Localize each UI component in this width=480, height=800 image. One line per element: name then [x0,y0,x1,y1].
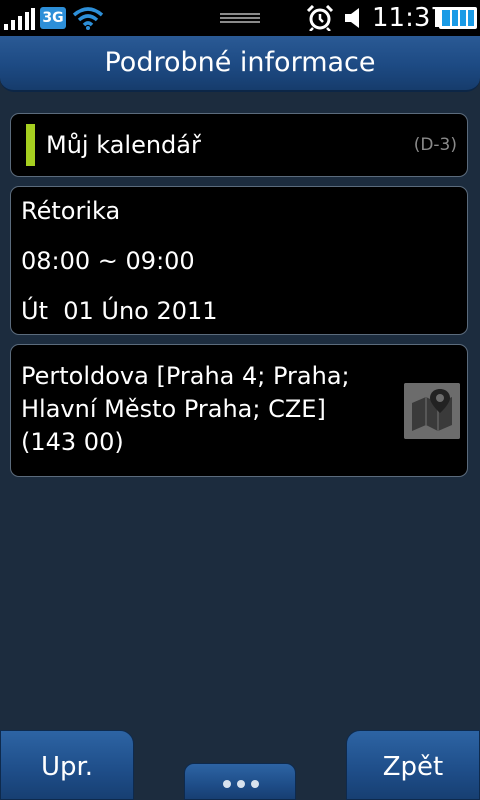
location-address: Pertoldova [Praha 4; Praha; Hlavní Město… [21,360,401,459]
drag-handle-icon[interactable] [220,12,260,24]
title-bar: Podrobné informace [0,36,480,92]
location-line: Pertoldova [Praha 4; Praha; [21,362,350,390]
3g-icon: 3G [40,7,66,29]
event-time: 08:00 ~ 09:00 [21,247,195,275]
more-button[interactable] [184,763,296,800]
wifi-icon [72,7,104,30]
calendar-card[interactable]: Můj kalendář (D-3) [10,113,468,177]
location-line: (143 00) [21,428,124,456]
alarm-icon [306,5,334,31]
volume-icon [345,8,359,28]
page-title: Podrobné informace [104,47,376,78]
calendar-tag: (D-3) [413,135,457,155]
event-date: Út 01 Úno 2011 [21,297,218,325]
event-card: Rétorika 08:00 ~ 09:00 Út 01 Úno 2011 [10,186,468,335]
calendar-color-bar [26,124,35,166]
back-button[interactable]: Zpět [346,730,480,800]
signal-icon [4,8,35,30]
event-title: Rétorika [21,197,121,225]
location-card[interactable]: Pertoldova [Praha 4; Praha; Hlavní Město… [10,344,468,477]
edit-button[interactable]: Upr. [0,730,134,800]
status-bar: 3G 11:37 [0,0,480,36]
location-line: Hlavní Město Praha; CZE] [21,395,326,423]
calendar-name: Můj kalendář [46,131,201,159]
battery-icon [435,7,477,29]
map-icon[interactable] [404,383,460,439]
screen: 3G 11:37 Podrobné informace Můj kalendář… [0,0,480,800]
